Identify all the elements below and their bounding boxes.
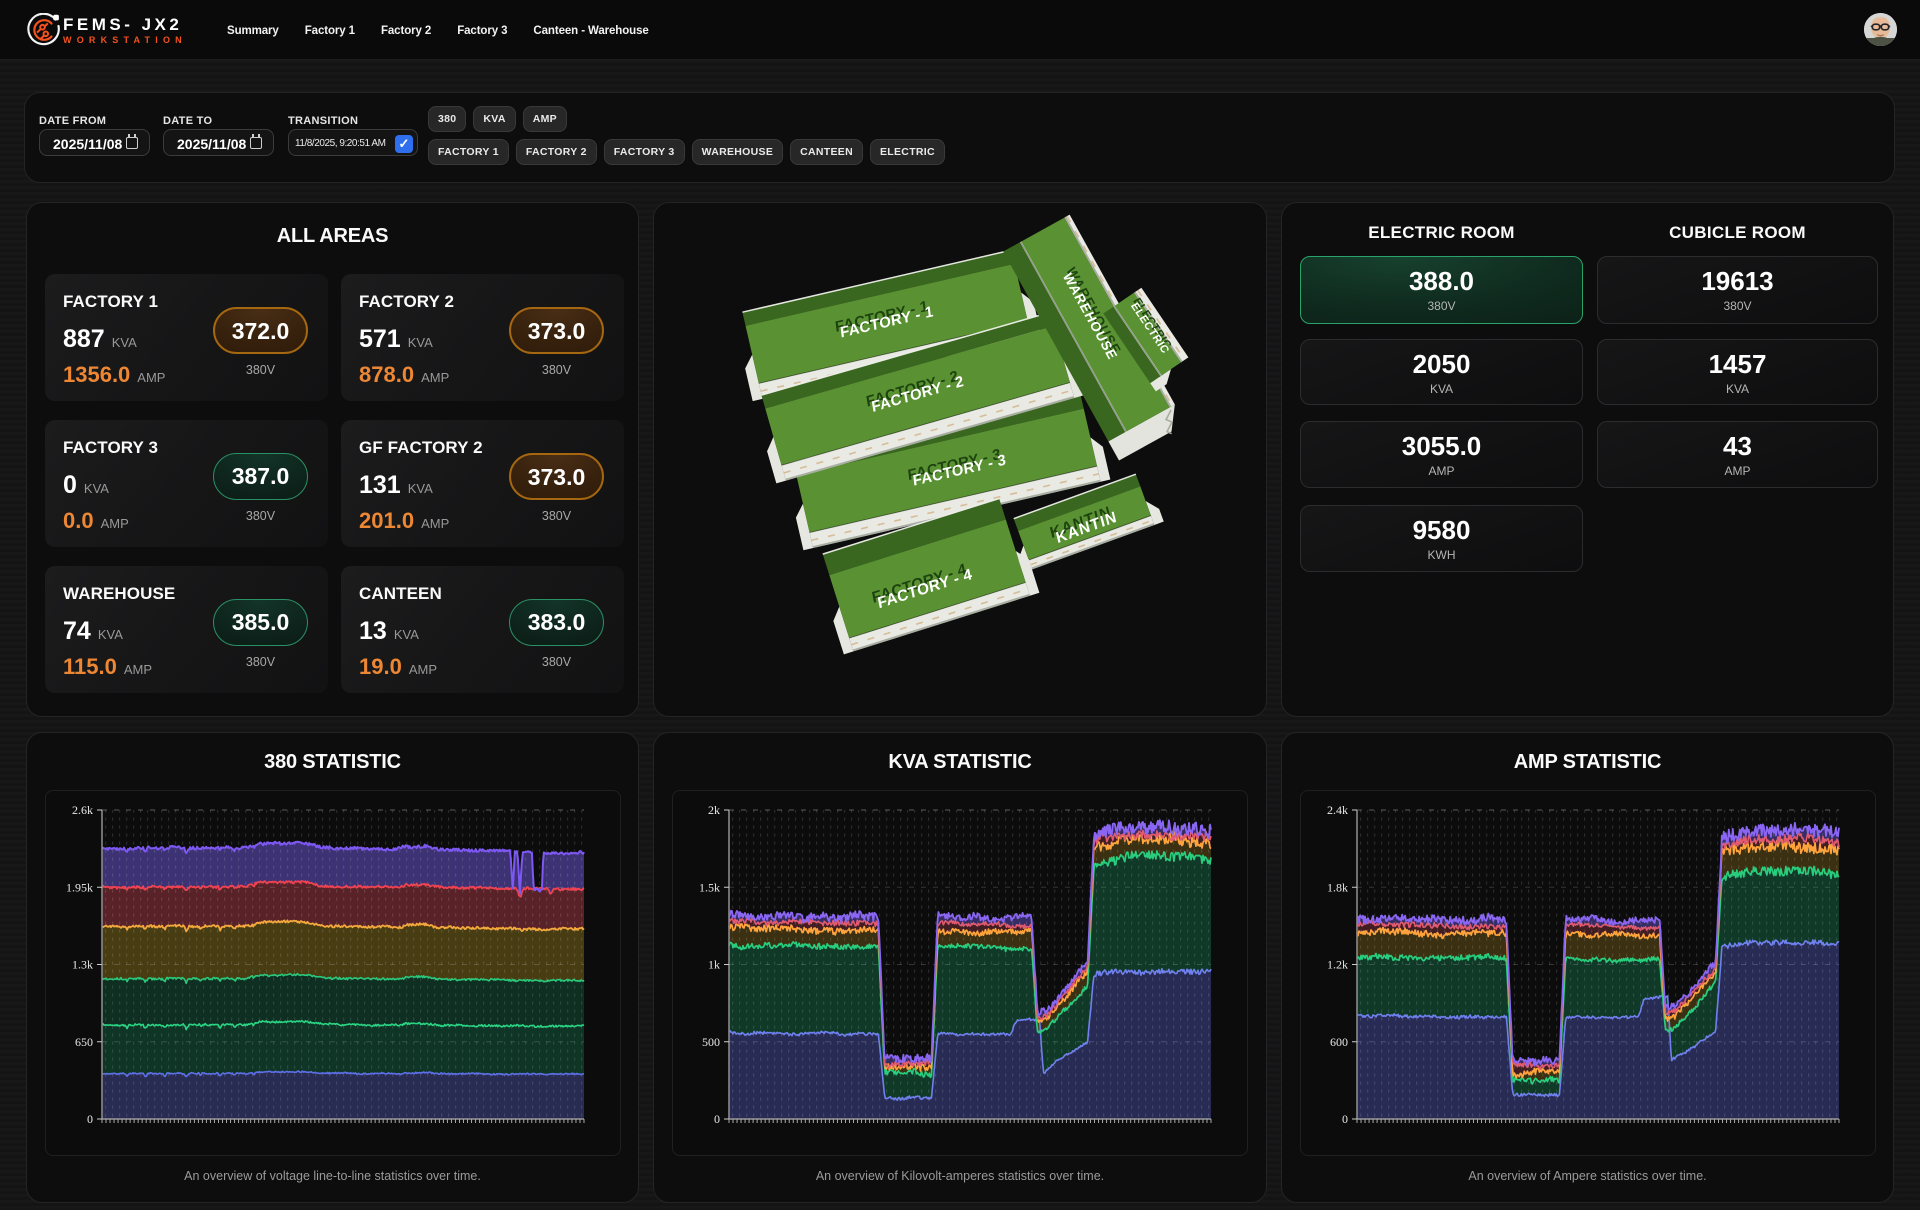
svg-text:1.3k: 1.3k [72, 958, 93, 972]
svg-text:600: 600 [1330, 1035, 1348, 1049]
svg-text:650: 650 [75, 1035, 93, 1049]
svg-text:1.5k: 1.5k [699, 880, 720, 894]
svg-text:500: 500 [702, 1035, 720, 1049]
svg-text:0: 0 [1342, 1112, 1348, 1126]
svg-text:2k: 2k [708, 803, 720, 817]
svg-text:0: 0 [714, 1112, 720, 1126]
svg-text:0: 0 [87, 1112, 93, 1126]
svg-text:1.8k: 1.8k [1327, 880, 1348, 894]
svg-text:1.2k: 1.2k [1327, 958, 1348, 972]
svg-text:2.6k: 2.6k [72, 803, 93, 817]
svg-text:2.4k: 2.4k [1327, 803, 1348, 817]
svg-text:1k: 1k [708, 958, 720, 972]
svg-text:1.95k: 1.95k [66, 880, 93, 894]
